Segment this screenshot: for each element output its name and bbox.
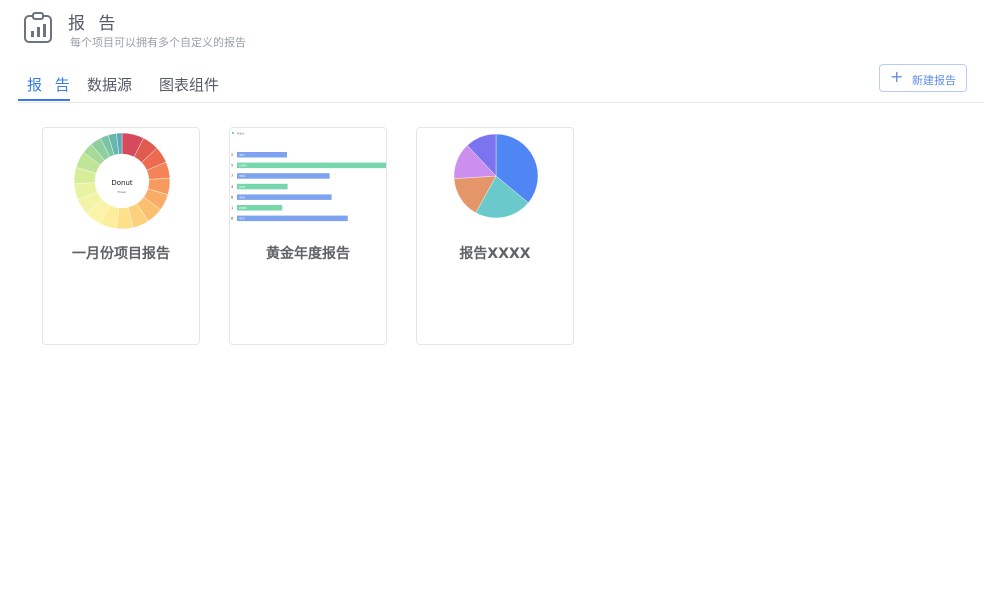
bar-value-label: 449 <box>239 195 245 199</box>
report-card-title: 一月份项目报告 <box>72 246 170 262</box>
bar-value-label: 386 <box>239 174 245 178</box>
bar <box>237 173 330 179</box>
report-card-xxxx[interactable]: 报告XXXX <box>416 127 574 345</box>
bar-value-label: 402 <box>239 217 245 221</box>
new-report-label: 新建报告 <box>912 74 956 87</box>
bar-value-label: 357 <box>239 153 245 157</box>
bar-tick-label: 5 <box>231 164 233 168</box>
bar-value-label: 256 <box>239 185 245 189</box>
bar <box>237 194 332 200</box>
tab-bar: 报 告 数据源 图表组件 <box>18 66 984 103</box>
pie-chart-thumbnail <box>453 133 539 219</box>
donut-chart-thumbnail: Donut Hover <box>73 132 171 230</box>
new-report-button[interactable]: + 新建报告 <box>879 64 967 92</box>
bar-value-label: 2886 <box>239 206 247 210</box>
bar-tick-label: 6 <box>231 195 233 199</box>
bar-value-label: 1460 <box>239 164 247 168</box>
bar-tick-label: 8 <box>231 217 233 221</box>
tab-datasources[interactable]: 数据源 <box>87 74 132 95</box>
bar <box>237 162 386 169</box>
page-title: 报 告 <box>68 14 120 34</box>
tab-reports[interactable]: 报 告 <box>27 74 74 95</box>
active-tab-indicator <box>18 99 70 101</box>
report-card-title: 黄金年度报告 <box>266 246 350 262</box>
report-card-title: 报告XXXX <box>459 246 531 262</box>
tab-chart-components[interactable]: 图表组件 <box>159 74 219 95</box>
bar-tick-label: 2 <box>231 153 233 157</box>
bar-tick-label: 4 <box>231 185 234 189</box>
bar-tick-label: 1 <box>231 206 233 210</box>
legend-label: Field <box>237 132 244 136</box>
report-card-january[interactable]: Donut Hover 一月份项目报告 <box>42 127 200 345</box>
report-card-gold-annual[interactable]: Field 2 357 5 1460 7 386 4 256 6 449 1 2886 8 402 黄金年… <box>229 127 387 345</box>
page-subtitle: 每个项目可以拥有多个自定义的报告 <box>70 36 246 49</box>
bar <box>237 215 348 222</box>
legend-swatch <box>232 132 234 134</box>
donut-center-label: Donut <box>111 179 133 187</box>
plus-icon: + <box>890 67 904 86</box>
clipboard-chart-icon <box>24 12 52 43</box>
bar-tick-label: 7 <box>231 174 233 178</box>
bar-chart-thumbnail: Field 2 357 5 1460 7 386 4 256 6 449 1 2886 8 402 <box>231 132 386 222</box>
donut-center-sublabel: Hover <box>118 190 128 194</box>
